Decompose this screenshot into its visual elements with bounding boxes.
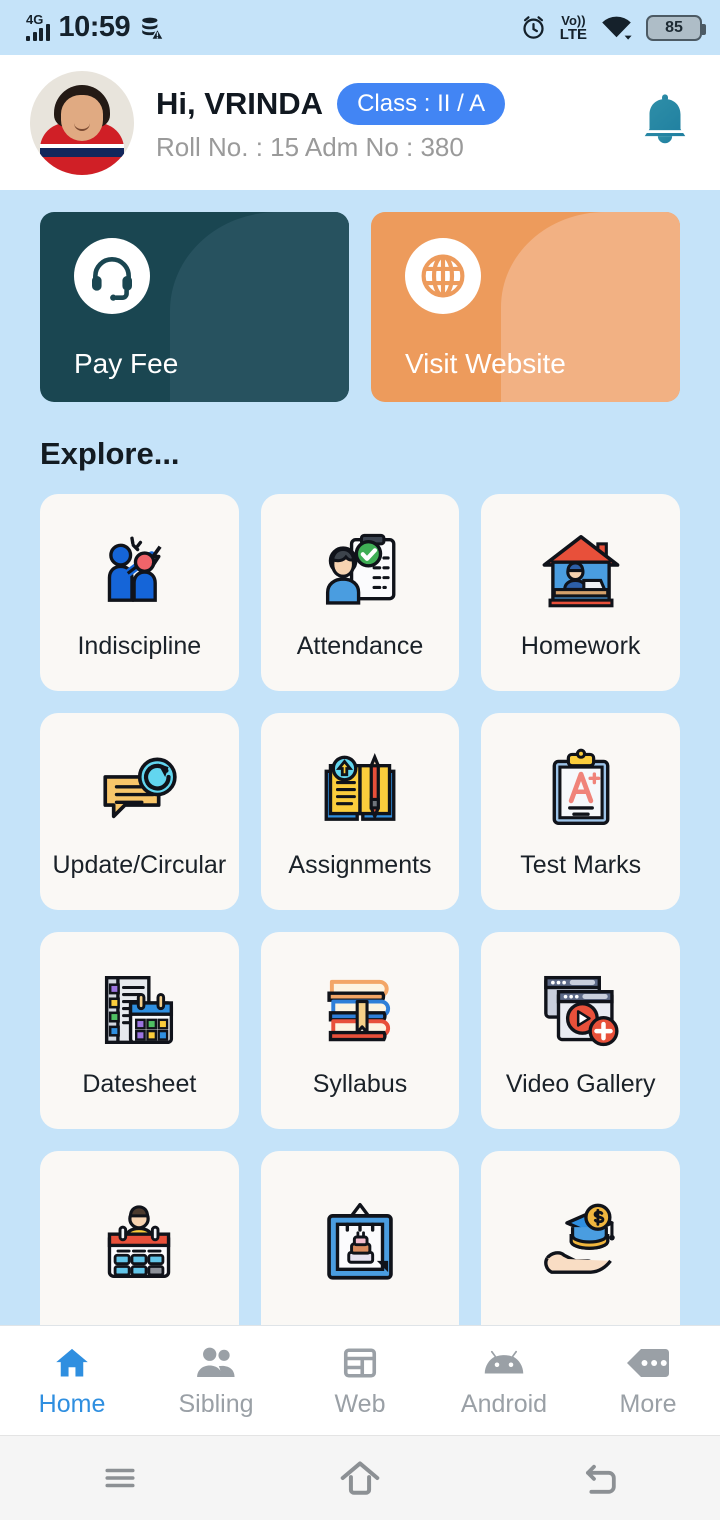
tile-syllabus[interactable]: Syllabus — [260, 932, 460, 1129]
tile-label: Datesheet — [82, 1070, 197, 1098]
android-icon — [481, 1343, 527, 1383]
indiscipline-icon — [91, 524, 187, 620]
update-circular-icon — [91, 743, 187, 839]
status-bar-clock: 10:59 — [58, 11, 131, 43]
tile-label: Update/Circular — [52, 851, 227, 879]
tile-birthday[interactable] — [260, 1151, 460, 1348]
avatar-face — [61, 94, 103, 141]
nav-label: Home — [38, 1389, 106, 1418]
recents-menu-icon — [105, 1468, 135, 1488]
bottom-navigation: Home Sibling Web Android More — [0, 1325, 720, 1435]
birthday-frame-icon — [312, 1196, 408, 1292]
pay-fee-banner[interactable]: Pay Fee — [40, 212, 349, 402]
leave-calendar-icon — [91, 1196, 187, 1292]
signal-4g-icon: 4G — [26, 11, 50, 41]
tile-label: Syllabus — [312, 1070, 408, 1098]
tile-attendance[interactable]: Attendance — [260, 494, 460, 691]
nav-item-android[interactable]: Android — [432, 1343, 576, 1419]
tile-label: Homework — [520, 632, 641, 660]
globe-icon — [421, 254, 465, 298]
nav-item-more[interactable]: More — [576, 1343, 720, 1419]
people-icon — [193, 1343, 239, 1383]
tile-assignments[interactable]: Assignments — [260, 713, 460, 910]
home-outline-icon — [340, 1461, 380, 1495]
grade-clipboard-icon — [533, 743, 629, 839]
network-type-label: 4G — [26, 11, 44, 27]
book-stack-icon — [312, 962, 408, 1058]
avatar-shirt-stripe-navy — [40, 147, 124, 157]
nav-item-web[interactable]: Web — [288, 1343, 432, 1419]
home-icon — [49, 1343, 95, 1383]
status-bar-right: Vo)) LTE 85 — [520, 14, 706, 42]
greeting-text: Hi, VRINDA — [156, 85, 324, 121]
volte-line-1: Vo)) — [561, 12, 586, 28]
tile-scholarship[interactable] — [481, 1151, 680, 1348]
roll-adm-text: Roll No. : 15 Adm No : 380 — [156, 131, 464, 162]
alarm-clock-icon — [523, 16, 544, 39]
attendance-clipboard-icon — [312, 524, 408, 620]
visit-website-label: Visit Website — [405, 348, 566, 379]
battery-level-label: 85 — [665, 18, 683, 36]
profile-text: Hi, VRINDA Class : II / A Roll No. : 15 … — [156, 82, 636, 163]
tile-label: Test Marks — [520, 851, 642, 879]
explore-heading: Explore... — [40, 436, 180, 471]
web-icon — [337, 1343, 383, 1383]
system-navigation-bar — [0, 1435, 720, 1520]
battery-indicator: 85 — [646, 14, 706, 41]
open-book-pencil-icon — [312, 743, 408, 839]
back-button[interactable] — [480, 1459, 720, 1497]
tile-label: Attendance — [296, 632, 424, 660]
nav-label: Web — [334, 1389, 386, 1418]
globe-icon-wrapper — [405, 238, 481, 314]
status-bar: 4G 10:59 Vo)) LTE 85 — [0, 0, 720, 55]
tile-indiscipline[interactable]: Indiscipline — [40, 494, 239, 691]
datesheet-calendar-icon — [91, 962, 187, 1058]
tile-test-marks[interactable]: Test Marks — [481, 713, 680, 910]
data-saver-icon — [142, 17, 165, 40]
back-arrow-icon — [586, 1464, 616, 1494]
wifi-icon — [602, 16, 632, 40]
pay-fee-label: Pay Fee — [74, 348, 179, 379]
recents-menu-button[interactable] — [0, 1460, 240, 1496]
class-badge: Class : II / A — [337, 82, 506, 125]
home-study-icon — [533, 524, 629, 620]
scholarship-icon — [533, 1196, 629, 1292]
nav-label: More — [619, 1389, 677, 1418]
nav-label: Android — [460, 1389, 548, 1418]
profile-name-row: Hi, VRINDA Class : II / A — [156, 82, 636, 125]
main-content: Pay Fee Visit Website Explore... Indisci… — [0, 190, 720, 1348]
video-gallery-icon — [533, 962, 629, 1058]
tile-datesheet[interactable]: Datesheet — [40, 932, 239, 1129]
headset-icon-wrapper — [74, 238, 150, 314]
profile-header: Hi, VRINDA Class : II / A Roll No. : 15 … — [0, 55, 720, 190]
nav-item-sibling[interactable]: Sibling — [144, 1343, 288, 1419]
nav-label: Sibling — [178, 1389, 254, 1418]
tile-video-gallery[interactable]: Video Gallery — [481, 932, 680, 1129]
tile-label: Assignments — [288, 851, 432, 879]
nav-item-home[interactable]: Home — [0, 1343, 144, 1419]
tile-label: Indiscipline — [77, 632, 202, 660]
tile-update-circular[interactable]: Update/Circular — [40, 713, 239, 910]
quick-action-banners: Pay Fee Visit Website — [0, 190, 720, 402]
notification-bell-icon[interactable] — [636, 92, 694, 154]
headset-icon — [92, 257, 132, 301]
volte-indicator: Vo)) LTE — [560, 14, 587, 42]
visit-website-banner[interactable]: Visit Website — [371, 212, 680, 402]
tile-homework[interactable]: Homework — [481, 494, 680, 691]
tile-leave[interactable] — [40, 1151, 239, 1348]
volte-line-2: LTE — [559, 25, 587, 43]
app-grid: Indiscipline Attendance Homework Update/… — [0, 472, 720, 1348]
more-dots-icon — [625, 1343, 671, 1383]
tile-label: Video Gallery — [505, 1070, 656, 1098]
avatar[interactable] — [30, 70, 134, 175]
home-button[interactable] — [240, 1458, 480, 1498]
status-bar-left: 4G 10:59 — [26, 11, 165, 44]
